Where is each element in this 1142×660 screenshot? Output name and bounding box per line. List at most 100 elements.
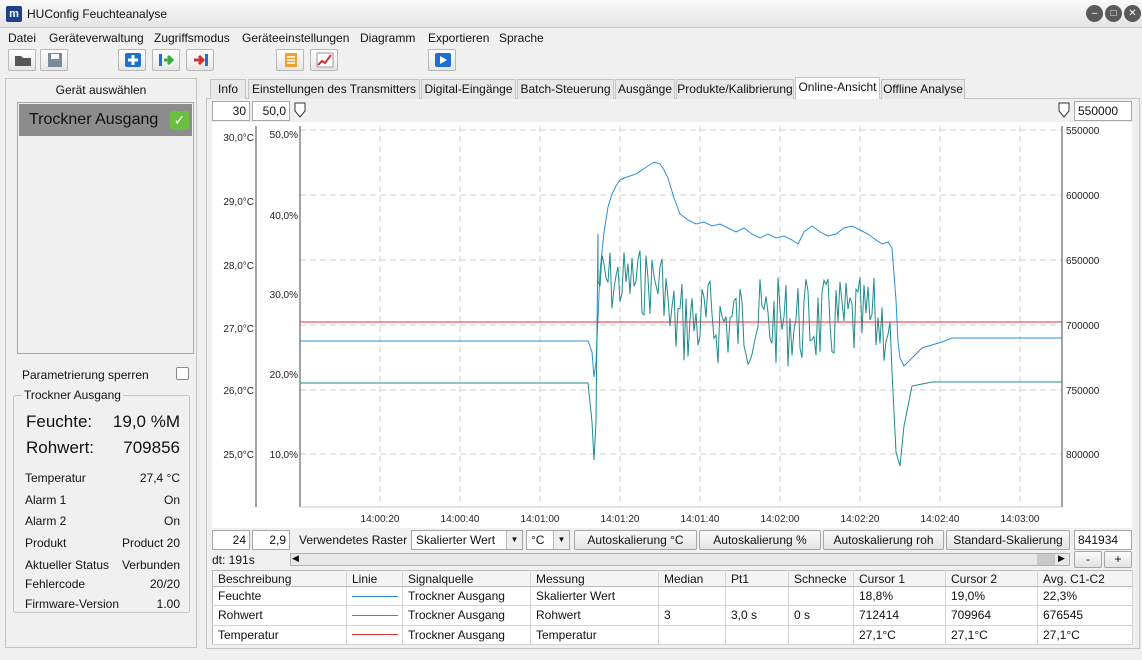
app-logo: m	[6, 6, 22, 22]
tab-outputs[interactable]: Ausgänge	[615, 79, 675, 99]
raw-tick-label: 700000	[1066, 321, 1100, 332]
export-icon[interactable]	[186, 49, 214, 71]
device-item[interactable]: Trockner Ausgang ✓	[19, 104, 192, 136]
range-slider[interactable]	[292, 101, 1072, 121]
minimize-icon[interactable]: –	[1086, 5, 1103, 22]
device-panel: Gerät auswählen Trockner Ausgang ✓ Param…	[5, 78, 197, 648]
column-header[interactable]: Median	[658, 570, 726, 587]
lock-parameter-checkbox[interactable]	[176, 367, 189, 380]
moisture-value: 19,0 %M	[112, 412, 180, 431]
column-header[interactable]: Signalquelle	[402, 570, 531, 587]
temp-tick-label: 25,0°C	[223, 450, 254, 461]
line-swatch-cell	[346, 625, 403, 646]
menu-zugriffsmodus[interactable]: Zugriffsmodus	[154, 31, 230, 45]
menu-exportieren[interactable]: Exportieren	[428, 31, 489, 45]
raw-min-field[interactable]: 550000	[1074, 101, 1132, 121]
temp-tick-label: 28,0°C	[223, 261, 254, 272]
device-select-title: Gerät auswählen	[55, 83, 147, 97]
tab-online-view[interactable]: Online-Ansicht	[795, 77, 880, 99]
pct-min-field[interactable]: 2,9	[252, 530, 290, 550]
online-chart[interactable]: 14:00:20 14:00:40 14:01:00 14:01:20 14:01:40…	[212, 122, 1132, 528]
table-row[interactable]: Rohwert Trockner Ausgang Rohwert 3 3,0 s…	[212, 605, 1133, 626]
table-cell: 3,0 s	[725, 605, 789, 626]
window-title: HUConfig Feuchteanalyse	[27, 7, 168, 21]
table-row[interactable]: Temperatur Trockner Ausgang Temperatur 2…	[212, 625, 1133, 646]
play-icon[interactable]	[428, 49, 456, 71]
tab-transmitter-settings[interactable]: Einstellungen des Transmitters	[248, 79, 420, 99]
slider-left-handle[interactable]	[294, 102, 306, 118]
column-header[interactable]: Messung	[530, 570, 659, 587]
x-tick-label: 14:01:20	[601, 514, 640, 525]
lock-parameter-label: Parametrierung sperren	[22, 368, 149, 382]
x-tick-label: 14:02:40	[921, 514, 960, 525]
pct-max-field[interactable]: 50,0	[252, 101, 290, 121]
table-row[interactable]: Feuchte Trockner Ausgang Skalierter Wert…	[212, 586, 1133, 607]
pct-tick-label: 10,0%	[270, 450, 298, 461]
temp-min-field[interactable]: 24	[212, 530, 250, 550]
column-header[interactable]: Cursor 1	[853, 570, 946, 587]
device-list[interactable]: Trockner Ausgang ✓	[17, 102, 194, 354]
autoscale-celsius-button[interactable]: Autoskalierung °C	[574, 530, 697, 550]
save-icon[interactable]	[40, 49, 68, 71]
temp-max-field[interactable]: 30	[212, 101, 250, 121]
column-header[interactable]: Pt1	[725, 570, 789, 587]
tab-offline-analysis[interactable]: Offline Analyse	[881, 79, 965, 99]
autoscale-raw-button[interactable]: Autoskalierung roh	[823, 530, 944, 550]
scroll-thumb[interactable]	[1037, 554, 1055, 565]
line-swatch	[352, 634, 398, 636]
column-header[interactable]: Schnecke	[788, 570, 854, 587]
table-cell: 27,1°C	[945, 625, 1038, 646]
standard-scale-button[interactable]: Standard-Skalierung	[946, 530, 1070, 550]
import-icon[interactable]	[152, 49, 180, 71]
device-item-label: Trockner Ausgang	[29, 111, 159, 128]
title-bar: m HUConfig Feuchteanalyse – □ ✕	[0, 0, 1142, 28]
tab-digital-inputs[interactable]: Digital-Eingänge	[421, 79, 516, 99]
zoom-in-button[interactable]: +	[1104, 551, 1132, 568]
column-header[interactable]: Cursor 2	[945, 570, 1038, 587]
line-swatch	[352, 614, 398, 616]
menu-sprache[interactable]: Sprache	[499, 31, 544, 45]
detail-value: Product 20	[121, 536, 180, 550]
tab-batch-control[interactable]: Batch-Steuerung	[517, 79, 614, 99]
detail-value: Verbunden	[121, 558, 180, 572]
column-header[interactable]: Avg. C1-C2	[1037, 570, 1133, 587]
zoom-out-button[interactable]: -	[1074, 551, 1102, 568]
x-tick-label: 14:01:00	[521, 514, 560, 525]
report-icon[interactable]	[276, 49, 304, 71]
column-header[interactable]: Beschreibung	[212, 570, 347, 587]
menu-diagramm[interactable]: Diagramm	[360, 31, 415, 45]
close-icon[interactable]: ✕	[1124, 5, 1141, 22]
menu-geraeteeinstellungen[interactable]: Geräteeinstellungen	[242, 31, 349, 45]
moisture-label: Feuchte:	[26, 412, 93, 431]
menu-geraeteverwaltung[interactable]: Geräteverwaltung	[49, 31, 144, 45]
table-cell	[658, 625, 726, 646]
table-cell: Temperatur	[212, 625, 347, 646]
temp-tick-label: 27,0°C	[223, 324, 254, 335]
table-cell: Feuchte	[212, 586, 347, 607]
autoscale-percent-button[interactable]: Autoskalierung %	[699, 530, 821, 550]
menu-bar: Datei Geräteverwaltung Zugriffsmodus Ger…	[0, 29, 1142, 47]
slider-right-handle[interactable]	[1058, 102, 1070, 118]
maximize-icon[interactable]: □	[1105, 5, 1122, 22]
scroll-left-icon[interactable]: ◀	[292, 553, 299, 564]
signal-table: Beschreibung Linie Signalquelle Messung …	[212, 570, 1133, 646]
tab-info[interactable]: Info	[210, 79, 246, 99]
table-cell	[788, 586, 854, 607]
table-cell: 709964	[945, 605, 1038, 626]
column-header[interactable]: Linie	[346, 570, 403, 587]
add-device-icon[interactable]	[118, 49, 146, 71]
unit-select[interactable]: °C ▼	[526, 530, 570, 550]
x-tick-label: 14:02:00	[761, 514, 800, 525]
detail-value: 1.00	[156, 597, 180, 611]
menu-datei[interactable]: Datei	[8, 31, 36, 45]
grid-select[interactable]: Skalierter Wert ▼	[411, 530, 523, 550]
temp-tick-label: 29,0°C	[223, 197, 254, 208]
horizontal-scrollbar[interactable]: ◀ ▶	[290, 553, 1070, 566]
folder-open-icon[interactable]	[8, 49, 36, 71]
chart-icon[interactable]	[310, 49, 338, 71]
scroll-right-icon[interactable]: ▶	[1058, 553, 1065, 564]
detail-key: Alarm 1	[25, 493, 67, 507]
raw-max-field[interactable]: 841934	[1074, 530, 1132, 550]
chart-controls: 24 2,9 Verwendetes Raster Skalierter Wer…	[212, 530, 1132, 550]
tab-products-calibration[interactable]: Produkte/Kalibrierung	[676, 79, 794, 99]
